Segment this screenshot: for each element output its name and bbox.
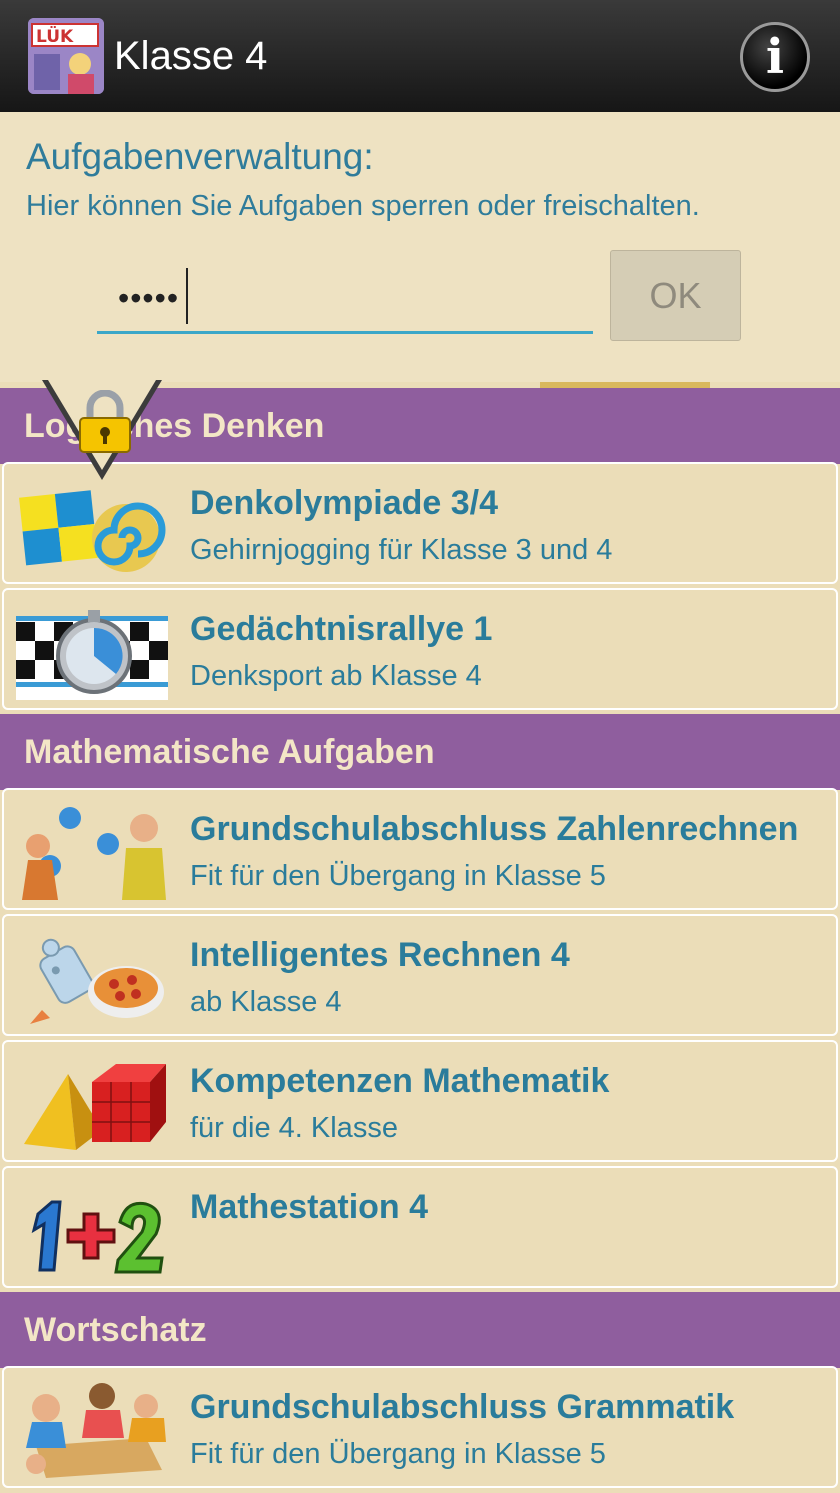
item-subtitle: ab Klasse 4 (190, 986, 342, 1018)
robot-pizza-icon (16, 926, 168, 1026)
panel-subtitle: Hier können Sie Aufgaben sperren oder fr… (26, 190, 700, 222)
list-item-grammatik[interactable]: Grundschulabschluss Grammatik Fit für de… (2, 1366, 838, 1488)
kids-table-icon (16, 1378, 168, 1478)
app-title: Klasse 4 (114, 34, 268, 78)
one-plus-two-icon (16, 1178, 168, 1278)
info-button[interactable]: i (740, 22, 810, 92)
list-item-denkolympiade[interactable]: Denkolympiade 3/4 Gehirnjogging für Klas… (2, 462, 838, 584)
app-bar: LÜK Klasse 4 i (0, 0, 840, 112)
ok-button[interactable]: OK (610, 250, 741, 341)
section-header-math: Mathematische Aufgaben (0, 714, 840, 790)
puzzle-icon (16, 474, 168, 574)
list-item-zahlenrechnen[interactable]: Grundschulabschluss Zahlenrechnen Fit fü… (2, 788, 838, 910)
svg-text:LÜK: LÜK (36, 25, 74, 47)
geometry-cubes-icon (16, 1052, 168, 1152)
kids-balls-icon (16, 800, 168, 900)
item-title: Intelligentes Rechnen 4 (190, 936, 570, 974)
item-subtitle: Gehirnjogging für Klasse 3 und 4 (190, 534, 613, 566)
item-title: Mathestation 4 (190, 1188, 429, 1226)
password-value: ••••• (118, 280, 180, 316)
list-item-gedaechtnisrallye[interactable]: Gedächtnisrallye 1 Denksport ab Klasse 4 (2, 588, 838, 710)
app-logo-icon: LÜK (28, 18, 104, 94)
item-subtitle: für die 4. Klasse (190, 1112, 398, 1144)
item-title: Denkolympiade 3/4 (190, 484, 499, 522)
list-item-kompetenzen-mathematik[interactable]: Kompetenzen Mathematik für die 4. Klasse (2, 1040, 838, 1162)
item-title: Grundschulabschluss Grammatik (190, 1388, 735, 1426)
lock-icon[interactable] (76, 389, 134, 454)
item-title: Grundschulabschluss Zahlenrechnen (190, 810, 799, 848)
text-cursor (186, 268, 188, 324)
item-subtitle: Fit für den Übergang in Klasse 5 (190, 1438, 606, 1470)
item-subtitle: Fit für den Übergang in Klasse 5 (190, 860, 606, 892)
list-item-mathestation[interactable]: Mathestation 4 (2, 1166, 838, 1288)
stopwatch-icon (16, 600, 168, 700)
panel-title: Aufgabenverwaltung: (26, 136, 374, 177)
item-title: Kompetenzen Mathematik (190, 1062, 610, 1100)
item-subtitle: Denksport ab Klasse 4 (190, 660, 482, 692)
list-item-intelligentes-rechnen[interactable]: Intelligentes Rechnen 4 ab Klasse 4 (2, 914, 838, 1036)
item-title: Gedächtnisrallye 1 (190, 610, 493, 648)
section-header-vocabulary: Wortschatz (0, 1292, 840, 1368)
